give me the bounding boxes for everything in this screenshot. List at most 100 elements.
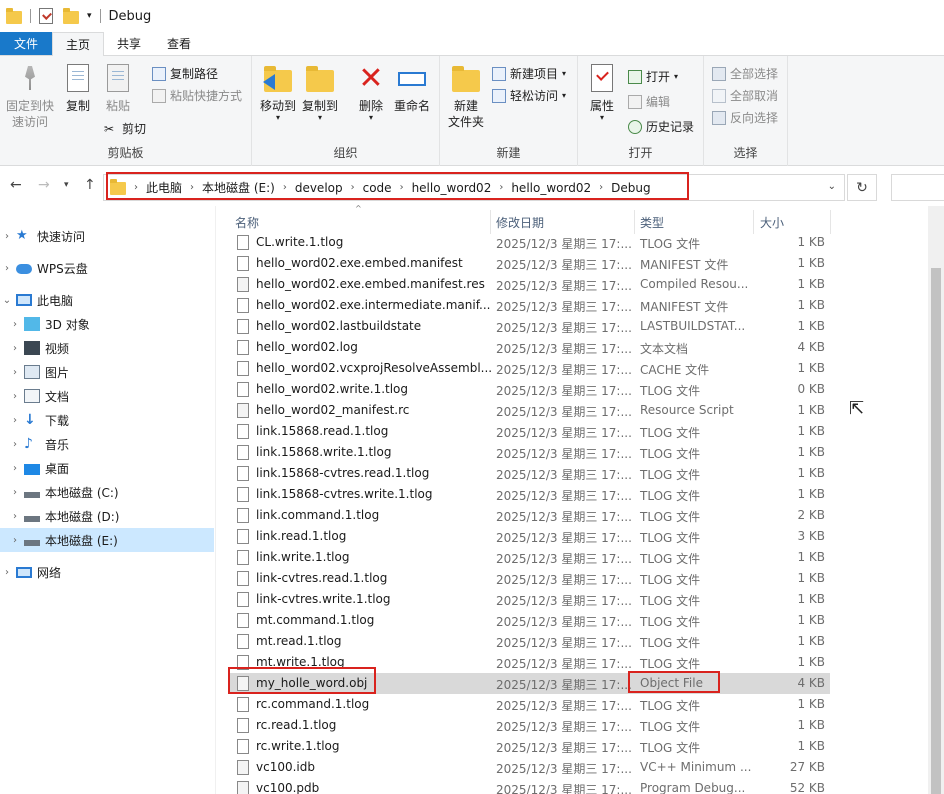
refresh-button[interactable]: ↻ <box>847 174 877 201</box>
nav-item-network[interactable]: › 网络 <box>0 560 214 584</box>
file-row[interactable]: link-cvtres.read.1.tlog 2025/12/3 星期三 17:… <box>228 568 830 589</box>
chevron-down-icon[interactable]: ⌄ <box>0 295 14 306</box>
address-bar[interactable]: › 此电脑 › 本地磁盘 (E:) › develop › code › hel… <box>103 174 845 201</box>
file-row[interactable]: link-cvtres.write.1.tlog 2025/12/3 星期三 17… <box>228 589 830 610</box>
properties-icon[interactable] <box>39 8 53 24</box>
chevron-right-icon[interactable]: › <box>597 182 605 193</box>
paste-button[interactable]: 粘贴 <box>102 64 134 114</box>
delete-button[interactable]: ✕ 删除 ▾ <box>356 64 386 122</box>
chevron-right-icon[interactable]: › <box>188 182 196 193</box>
chevron-right-icon[interactable]: › <box>349 182 357 193</box>
file-row[interactable]: my_holle_word.obj 2025/12/3 星期三 17:... Obj… <box>228 673 830 694</box>
chevron-right-icon[interactable]: › <box>8 415 22 426</box>
recent-locations-dropdown-icon[interactable]: ▾ <box>64 180 69 190</box>
chevron-right-icon[interactable]: › <box>8 367 22 378</box>
breadcrumb-debug[interactable]: Debug <box>605 181 656 195</box>
file-row[interactable]: mt.read.1.tlog 2025/12/3 星期三 17:... TLOG 文… <box>228 631 830 652</box>
tab-home[interactable]: 主页 <box>52 32 105 56</box>
file-row[interactable]: mt.write.1.tlog 2025/12/3 星期三 17:... TLOG … <box>228 652 830 673</box>
file-row[interactable]: link.command.1.tlog 2025/12/3 星期三 17:... T… <box>228 505 830 526</box>
nav-item-wps-cloud[interactable]: › WPS云盘 <box>0 256 214 280</box>
address-history-dropdown-icon[interactable]: ⌄ <box>828 181 836 192</box>
properties-button[interactable]: 属性 ▾ <box>586 64 618 122</box>
nav-item-downloads[interactable]: › ↓ 下载 <box>0 408 214 432</box>
cut-button[interactable]: ✂ 剪切 <box>104 120 146 137</box>
nav-item-music[interactable]: › ♪ 音乐 <box>0 432 214 456</box>
file-row[interactable]: link.15868.read.1.tlog 2025/12/3 星期三 17:.… <box>228 421 830 442</box>
breadcrumb-hello-word02[interactable]: hello_word02 <box>406 181 498 195</box>
file-row[interactable]: hello_word02.exe.intermediate.manif... 20… <box>228 295 830 316</box>
new-item-button[interactable]: 新建项目 ▾ <box>492 65 566 82</box>
chevron-right-icon[interactable]: › <box>0 263 14 274</box>
column-header-name[interactable]: 名称 <box>235 214 259 231</box>
chevron-right-icon[interactable]: › <box>8 343 22 354</box>
chevron-right-icon[interactable]: › <box>8 439 22 450</box>
up-arrow-icon[interactable]: ↑ <box>84 177 96 193</box>
nav-item-quick-access[interactable]: › ★ 快速访问 <box>0 224 214 248</box>
nav-item-drive-c[interactable]: › 本地磁盘 (C:) <box>0 480 214 504</box>
file-row[interactable]: hello_word02.vcxprojResolveAssembl... 202… <box>228 358 830 379</box>
file-row[interactable]: vc100.pdb 2025/12/3 星期三 17:... Program Deb… <box>228 778 830 794</box>
chevron-right-icon[interactable]: › <box>497 182 505 193</box>
move-to-button[interactable]: 移动到 ▾ <box>258 64 298 122</box>
new-folder-icon[interactable] <box>63 7 79 24</box>
scrollbar-thumb[interactable] <box>931 268 941 794</box>
nav-item-pictures[interactable]: › 图片 <box>0 360 214 384</box>
nav-item-documents[interactable]: › 文档 <box>0 384 214 408</box>
breadcrumb-code[interactable]: code <box>357 181 398 195</box>
chevron-right-icon[interactable]: › <box>8 487 22 498</box>
pin-quick-access-button[interactable]: 固定到快 速访问 <box>4 64 56 130</box>
file-row[interactable]: hello_word02_manifest.rc 2025/12/3 星期三 17… <box>228 400 830 421</box>
file-row[interactable]: link.read.1.tlog 2025/12/3 星期三 17:... TLOG… <box>228 526 830 547</box>
copy-path-button[interactable]: 复制路径 <box>152 65 218 82</box>
open-button[interactable]: 打开 ▾ <box>628 68 678 85</box>
edit-button[interactable]: 编辑 <box>628 93 670 110</box>
nav-item-videos[interactable]: › 视频 <box>0 336 214 360</box>
copy-to-button[interactable]: 复制到 ▾ <box>300 64 340 122</box>
breadcrumb-drive-e[interactable]: 本地磁盘 (E:) <box>196 179 281 196</box>
search-input[interactable] <box>891 174 944 201</box>
file-row[interactable]: hello_word02.exe.embed.manifest.res 2025/… <box>228 274 830 295</box>
tab-share[interactable]: 共享 <box>104 32 154 55</box>
column-divider[interactable] <box>753 210 754 234</box>
column-header-type[interactable]: 类型 <box>640 214 664 231</box>
tab-file[interactable]: 文件 <box>0 32 53 55</box>
rename-button[interactable]: 重命名 <box>392 64 432 114</box>
chevron-right-icon[interactable]: › <box>281 182 289 193</box>
nav-item-drive-d[interactable]: › 本地磁盘 (D:) <box>0 504 214 528</box>
file-row[interactable]: rc.read.1.tlog 2025/12/3 星期三 17:... TLOG 文… <box>228 715 830 736</box>
tab-view[interactable]: 查看 <box>154 32 204 55</box>
chevron-right-icon[interactable]: › <box>8 535 22 546</box>
select-none-button[interactable]: 全部取消 <box>712 87 778 104</box>
invert-selection-button[interactable]: 反向选择 <box>712 109 778 126</box>
new-folder-button[interactable]: 新建 文件夹 <box>446 64 486 130</box>
column-divider[interactable] <box>830 210 831 234</box>
column-header-date[interactable]: 修改日期 <box>496 214 544 231</box>
chevron-right-icon[interactable]: › <box>8 319 22 330</box>
column-divider[interactable] <box>490 210 491 234</box>
breadcrumb-this-pc[interactable]: 此电脑 <box>140 179 188 196</box>
file-row[interactable]: CL.write.1.tlog 2025/12/3 星期三 17:... TLOG … <box>228 232 830 253</box>
chevron-right-icon[interactable]: › <box>0 567 14 578</box>
chevron-right-icon[interactable]: › <box>398 182 406 193</box>
file-row[interactable]: vc100.idb 2025/12/3 星期三 17:... VC++ Minimu… <box>228 757 830 778</box>
file-row[interactable]: link.write.1.tlog 2025/12/3 星期三 17:... TLO… <box>228 547 830 568</box>
file-row[interactable]: link.15868.write.1.tlog 2025/12/3 星期三 17:… <box>228 442 830 463</box>
breadcrumb-hello-word02-sub[interactable]: hello_word02 <box>505 181 597 195</box>
chevron-right-icon[interactable]: › <box>8 391 22 402</box>
file-row[interactable]: hello_word02.exe.embed.manifest 2025/12/3… <box>228 253 830 274</box>
nav-item-this-pc[interactable]: ⌄ 此电脑 <box>0 288 214 312</box>
file-row[interactable]: link.15868-cvtres.write.1.tlog 2025/12/3 … <box>228 484 830 505</box>
file-row[interactable]: rc.write.1.tlog 2025/12/3 星期三 17:... TLOG … <box>228 736 830 757</box>
nav-item-3d-objects[interactable]: › 3D 对象 <box>0 312 214 336</box>
paste-shortcut-button[interactable]: 粘贴快捷方式 <box>152 87 242 104</box>
chevron-right-icon[interactable]: › <box>8 463 22 474</box>
forward-arrow-icon[interactable]: → <box>38 177 50 193</box>
file-row[interactable]: mt.command.1.tlog 2025/12/3 星期三 17:... TLO… <box>228 610 830 631</box>
nav-item-desktop[interactable]: › 桌面 <box>0 456 214 480</box>
chevron-right-icon[interactable]: › <box>8 511 22 522</box>
select-all-button[interactable]: 全部选择 <box>712 65 778 82</box>
file-row[interactable]: hello_word02.log 2025/12/3 星期三 17:... 文本文档… <box>228 337 830 358</box>
column-divider[interactable] <box>634 210 635 234</box>
chevron-right-icon[interactable]: › <box>0 231 14 242</box>
